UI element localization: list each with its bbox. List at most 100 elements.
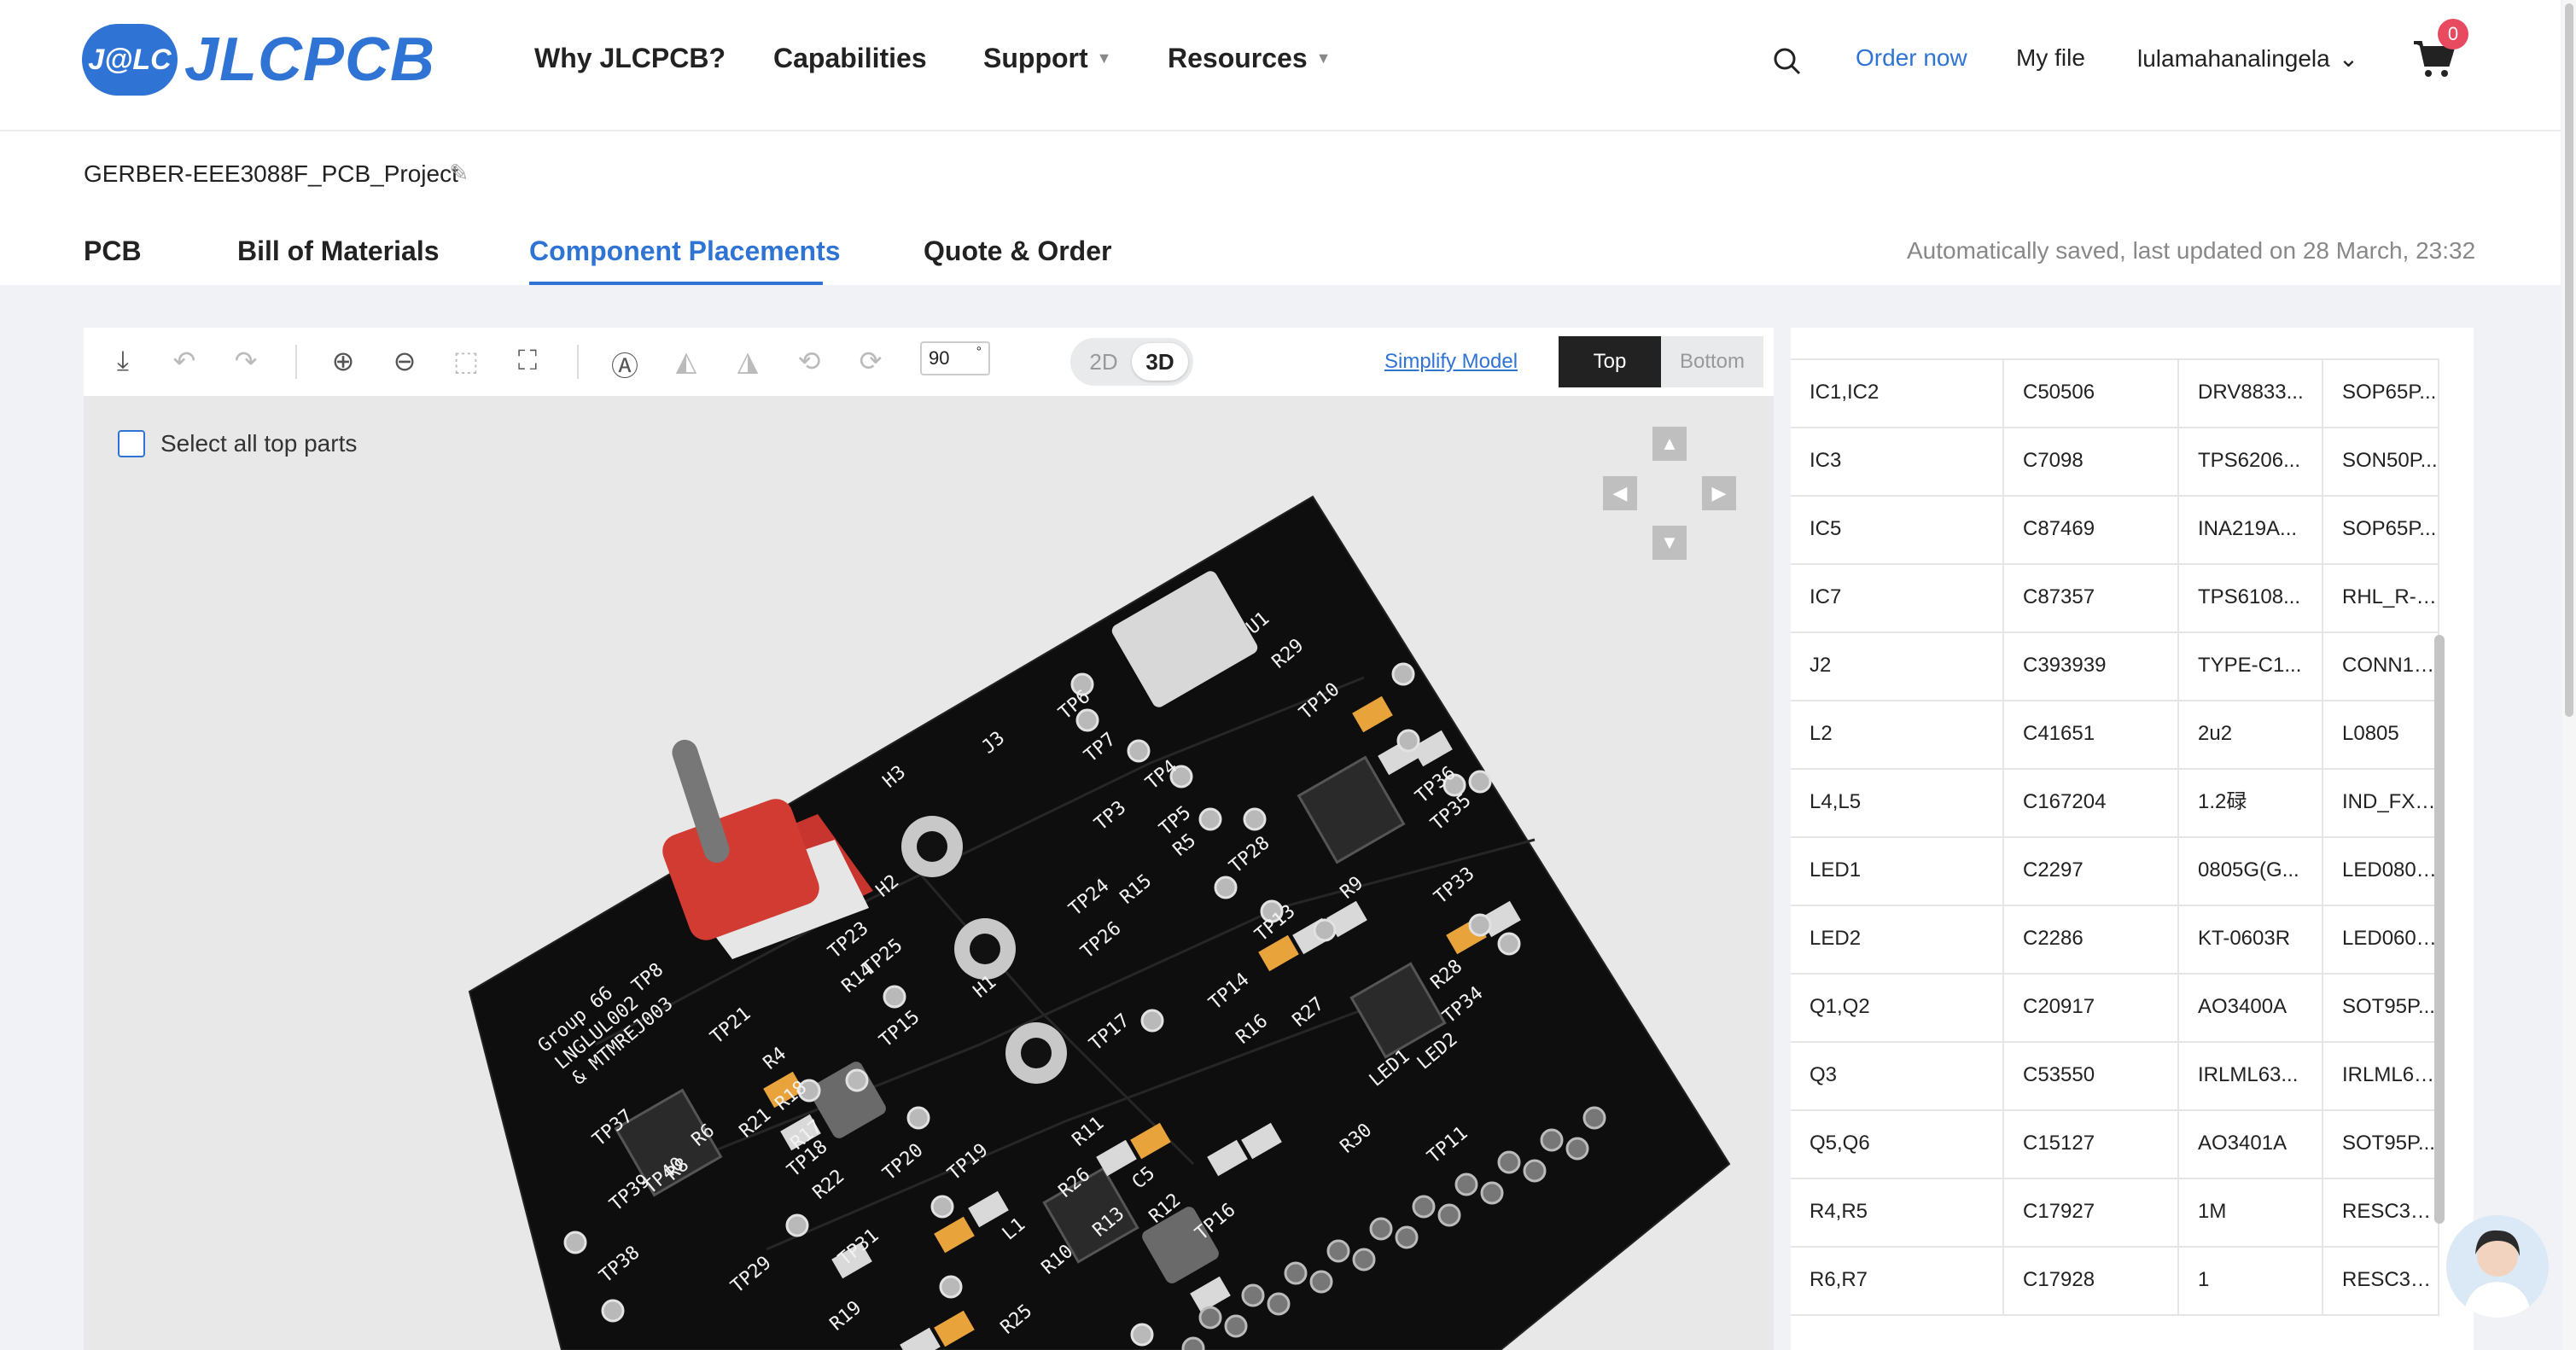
table-row[interactable]: IC1,IC2 C50506 DRV8833... SOP65P... [1791, 358, 2439, 428]
table-row[interactable]: LED1 C2297 0805G(G... LED0805... [1791, 836, 2439, 906]
user-name: lulamahanalingela [2137, 45, 2330, 72]
side-top-button[interactable]: Top [1559, 336, 1661, 387]
header-pin [1437, 1203, 1461, 1227]
download-icon[interactable]: ⤓ [106, 345, 140, 377]
header-pin [1352, 1248, 1376, 1271]
table-row[interactable]: J2 C393939 TYPE-C1... CONN16... [1791, 631, 2439, 701]
pcb-3d-canvas[interactable]: Select all top parts ▲ ◀ ▶ ▼ U1 R29 TP10… [84, 396, 1774, 1350]
page-scroll-thumb[interactable] [2565, 3, 2573, 717]
rotate-left-icon[interactable]: ⟲ [792, 345, 826, 377]
table-row[interactable]: R4,R5 C17927 1M RESC311... [1791, 1178, 2439, 1248]
test-point [1198, 807, 1222, 831]
footprint-cell: CONN16... [2323, 631, 2439, 700]
table-row[interactable]: Q3 C53550 IRLML63... IRLML63... [1791, 1041, 2439, 1111]
designator-cell: IC3 [1791, 427, 2004, 495]
footprint-cell: RESC311... [2323, 1178, 2439, 1246]
my-file-link[interactable]: My file [2016, 44, 2085, 72]
tab-bill-of-materials[interactable]: Bill of Materials [237, 236, 440, 267]
simplify-model-link[interactable]: Simplify Model [1384, 350, 1518, 374]
mount-hole-h3-inner [917, 831, 947, 862]
undo-icon[interactable]: ↶ [167, 345, 201, 377]
footprint-cell: RHL_R-P... [2323, 563, 2439, 631]
bom-scrollbar[interactable] [2434, 635, 2445, 1224]
mode-3d-option[interactable]: 3D [1132, 343, 1188, 381]
nav-resources[interactable]: Resources ▼ [1168, 43, 1331, 74]
caret-down-icon: ▼ [1315, 49, 1332, 67]
tab-pcb[interactable]: PCB [84, 236, 142, 267]
test-point [1127, 739, 1151, 763]
table-row[interactable]: LED2 C2286 KT-0603R LED0603... [1791, 905, 2439, 975]
table-row[interactable]: IC5 C87469 INA219A... SOP65P... [1791, 495, 2439, 565]
header-pin [1198, 1306, 1222, 1330]
header-pin [1267, 1292, 1291, 1316]
nav-support[interactable]: Support ▼ [983, 43, 1111, 74]
table-row[interactable]: R6,R7 C17928 1 RESC311... [1791, 1246, 2439, 1316]
table-row[interactable]: IC3 C7098 TPS6206... SON50P... [1791, 427, 2439, 497]
value-cell: 2u2 [2179, 700, 2323, 768]
test-point [845, 1068, 869, 1092]
tab-quote-order[interactable]: Quote & Order [924, 236, 1111, 267]
mode-2d-option[interactable]: 2D [1075, 343, 1132, 381]
test-point [1243, 807, 1267, 831]
page-scrollbar[interactable] [2562, 0, 2576, 1350]
header-pin [1369, 1217, 1393, 1241]
value-cell: 1.2碌 [2179, 768, 2323, 836]
table-row[interactable]: Q5,Q6 C15127 AO3401A SOT95P... [1791, 1109, 2439, 1179]
zoom-in-icon[interactable]: ⊕ [326, 345, 360, 377]
designator-cell: IC7 [1791, 563, 2004, 631]
designator-cell: Q3 [1791, 1041, 2004, 1109]
header-pin [1395, 1225, 1419, 1249]
designator-cell: IC1,IC2 [1791, 358, 2004, 427]
part-number-cell: C2297 [2004, 836, 2179, 905]
table-row[interactable]: L4,L5 C167204 1.2碌 IND_FXL... [1791, 768, 2439, 838]
toolbar-divider [577, 345, 579, 379]
order-now-link[interactable]: Order now [1856, 44, 1967, 72]
zoom-area-icon[interactable]: ⬚ [449, 345, 483, 377]
test-point [785, 1213, 809, 1237]
edit-pencil-icon[interactable]: ✎ [449, 159, 469, 187]
table-row[interactable]: L2 C41651 2u2 L0805 [1791, 700, 2439, 770]
table-row[interactable]: IC7 C87357 TPS6108... RHL_R-P... [1791, 563, 2439, 633]
view-mode-toggle[interactable]: 2D 3D [1070, 338, 1193, 386]
zoom-out-icon[interactable]: ⊖ [388, 345, 422, 377]
value-cell: AO3400A [2179, 973, 2323, 1041]
nav-why-jlcpcb[interactable]: Why JLCPCB? [534, 43, 726, 74]
table-row[interactable]: Q1,Q2 C20917 AO3400A SOT95P... [1791, 973, 2439, 1043]
value-cell: AO3401A [2179, 1109, 2323, 1178]
test-point [1396, 729, 1420, 753]
nav-capabilities[interactable]: Capabilities [773, 43, 927, 74]
flip-vertical-icon[interactable]: ◮ [731, 345, 765, 377]
footprint-cell: SOT95P... [2323, 1109, 2439, 1178]
part-number-cell: C87469 [2004, 495, 2179, 563]
footprint-cell: LED0805... [2323, 836, 2439, 905]
project-name: GERBER-EEE3088F_PCB_Project [84, 160, 458, 187]
flip-horizontal-icon[interactable]: ◭ [669, 345, 703, 377]
footprint-cell: IRLML63... [2323, 1041, 2439, 1109]
side-bottom-button[interactable]: Bottom [1661, 336, 1763, 387]
bom-table: IC1,IC2 C50506 DRV8833... SOP65P... IC3 C7098… [1791, 328, 2474, 1350]
support-chat-avatar[interactable] [2446, 1215, 2549, 1318]
search-icon[interactable] [1772, 46, 1803, 81]
value-cell: TPS6206... [2179, 427, 2323, 495]
designator-cell: R4,R5 [1791, 1178, 2004, 1246]
chevron-down-icon: ⌄ [2338, 45, 2359, 72]
jlcpcb-logo[interactable]: J@LC JLCPCB [82, 24, 435, 96]
part-number-cell: C2286 [2004, 905, 2179, 973]
test-point [1313, 918, 1337, 942]
pcb-board-render[interactable]: U1R29TP10TP6J3 TP7TP4TP3 TP5TP36TP35H3R5 TP… [84, 396, 1774, 1350]
designator-cell: Q1,Q2 [1791, 973, 2004, 1041]
fit-view-icon[interactable]: ⛶ [510, 345, 545, 377]
text-label-icon[interactable]: Ⓐ [608, 345, 642, 384]
user-menu[interactable]: lulamahanalingela ⌄ [2137, 44, 2358, 73]
test-point [1214, 876, 1238, 899]
test-point [1468, 770, 1492, 794]
tab-component-placements[interactable]: Component Placements [529, 236, 841, 267]
rotation-angle-input[interactable]: 90 ° [920, 341, 990, 375]
top-header: J@LC JLCPCB Why JLCPCB? Capabilities Sup… [0, 0, 2561, 131]
redo-icon[interactable]: ↷ [229, 345, 263, 377]
designator-cell: J2 [1791, 631, 2004, 700]
logo-badge: J@LC [82, 24, 178, 96]
test-point [1468, 913, 1492, 937]
footprint-cell: SON50P... [2323, 427, 2439, 495]
rotate-right-icon[interactable]: ⟳ [854, 345, 888, 377]
